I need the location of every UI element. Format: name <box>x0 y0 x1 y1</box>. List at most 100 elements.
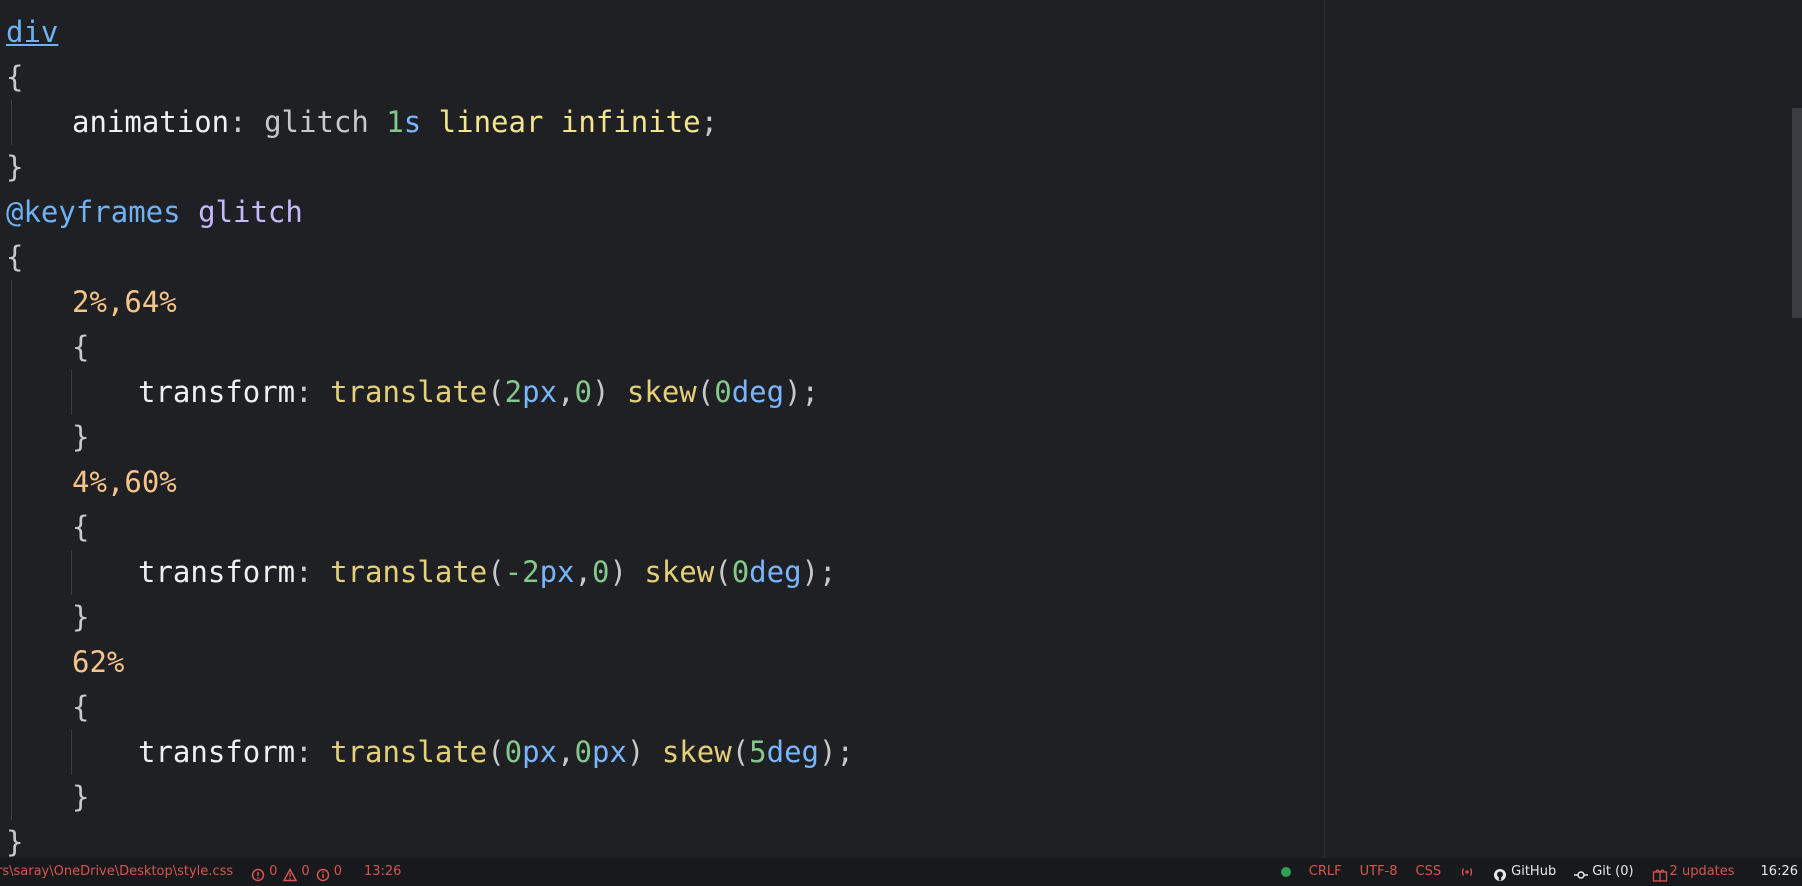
status-dot-icon <box>1280 867 1291 877</box>
code-token: } <box>72 420 90 454</box>
code-token: 5 <box>749 735 767 769</box>
code-token: 0 <box>574 375 592 409</box>
status-bar: rs\saray\OneDrive\Desktop\style.css 0 0 <box>0 858 1802 886</box>
code-token: deg <box>731 375 785 409</box>
code-token: ); <box>801 555 837 589</box>
code-token: ); <box>784 375 820 409</box>
warning-count: 0 <box>301 864 310 879</box>
code-token: glitch <box>198 195 303 229</box>
indent-guide <box>11 775 12 820</box>
code-token: { <box>72 330 90 364</box>
code-token: { <box>6 60 24 94</box>
indent-guide <box>11 685 12 730</box>
code-token: , <box>574 555 592 589</box>
cursor-position[interactable]: 13:26 <box>364 858 401 886</box>
code-token: : <box>229 105 265 139</box>
code-token: px <box>522 375 558 409</box>
indent-guide <box>71 370 72 415</box>
code-token: s <box>403 105 439 139</box>
file-path[interactable]: rs\saray\OneDrive\Desktop\style.css <box>0 858 233 886</box>
code-token: div <box>6 15 59 49</box>
line-ending[interactable]: CRLF <box>1309 858 1342 886</box>
indent-guide <box>11 640 12 685</box>
error-icon <box>251 865 265 882</box>
broadcast-icon[interactable] <box>1459 865 1475 879</box>
grammar[interactable]: CSS <box>1416 858 1442 886</box>
vertical-scrollbar-thumb[interactable] <box>1792 108 1802 318</box>
code-token: deg <box>749 555 802 589</box>
code-token: : <box>295 735 331 769</box>
code-token: ) <box>609 555 645 589</box>
code-token: ( <box>731 735 750 769</box>
code-token: deg <box>766 735 820 769</box>
code-token: } <box>72 780 90 814</box>
git-label: Git (0) <box>1592 864 1634 879</box>
code-token: transform <box>138 735 296 769</box>
code-token: 0 <box>591 555 610 589</box>
code-token: 0 <box>731 555 750 589</box>
indent-guide <box>11 595 12 640</box>
code-token: animation <box>72 105 230 139</box>
code-token: 62% <box>72 645 125 679</box>
indent-guide <box>11 370 12 415</box>
code-token: { <box>72 690 90 724</box>
code-token: ( <box>487 735 505 769</box>
updates-label: 2 updates <box>1669 864 1735 879</box>
code-token: ) <box>592 375 627 409</box>
diagnostics[interactable]: 0 0 0 <box>251 858 342 886</box>
editor-right-panel <box>1325 0 1795 858</box>
code-token: glitch <box>264 105 387 139</box>
code-token: transform <box>138 375 296 409</box>
code-token: translate <box>330 735 488 769</box>
code-token: infinite <box>560 105 701 139</box>
github-label: GitHub <box>1511 864 1557 879</box>
code-token: 0 <box>714 375 732 409</box>
code-token: translate <box>330 555 488 589</box>
code-token: 1 <box>386 105 404 139</box>
code-token: px <box>592 735 627 769</box>
code-token: skew <box>661 735 732 769</box>
code-token: ; <box>700 105 719 139</box>
gift-icon <box>1652 865 1667 882</box>
code-token: } <box>72 600 90 634</box>
status-right: CRLF UTF-8 CSS GitHub Git (0) 2 updates … <box>1263 858 1802 886</box>
code-token: : <box>295 375 331 409</box>
code-token: { <box>72 510 90 544</box>
indent-guide <box>71 730 72 775</box>
code-token: 2%,64% <box>72 285 177 319</box>
code-token: : <box>295 555 331 589</box>
code-token: { <box>6 240 24 274</box>
code-token: } <box>6 825 24 858</box>
info-icon <box>316 865 330 882</box>
github-button[interactable]: GitHub <box>1493 858 1556 886</box>
code-token: transform <box>138 555 296 589</box>
encoding[interactable]: UTF-8 <box>1360 858 1398 886</box>
code-token: -2 <box>504 555 540 589</box>
indent-guide <box>11 415 12 460</box>
updates-button[interactable]: 2 updates <box>1652 858 1735 886</box>
info-count: 0 <box>333 864 342 879</box>
code-editor[interactable]: div {animation: glitch 1s linear infinite… <box>0 0 1802 858</box>
code-token: 0 <box>504 735 523 769</box>
indent-guide <box>11 550 12 595</box>
code-token: ( <box>714 555 732 589</box>
code-token: , <box>557 375 575 409</box>
indent-guide <box>11 100 12 145</box>
clock: 16:26 <box>1760 864 1798 879</box>
indent-guide <box>11 325 12 370</box>
code-token: 4%,60% <box>72 465 177 499</box>
code-token: 0 <box>574 735 592 769</box>
code-token: px <box>539 555 575 589</box>
code-token: @keyframes <box>6 195 199 229</box>
git-button[interactable]: Git (0) <box>1574 858 1634 886</box>
indent-guide <box>11 280 12 325</box>
indent-guide <box>11 730 12 775</box>
indent-guide <box>11 505 12 550</box>
warning-icon <box>283 865 298 882</box>
code-token: translate <box>330 375 488 409</box>
indent-guide <box>11 460 12 505</box>
code-token: } <box>6 150 24 184</box>
code-token: px <box>522 735 558 769</box>
code-token: ( <box>487 555 505 589</box>
code-token: skew <box>626 375 697 409</box>
